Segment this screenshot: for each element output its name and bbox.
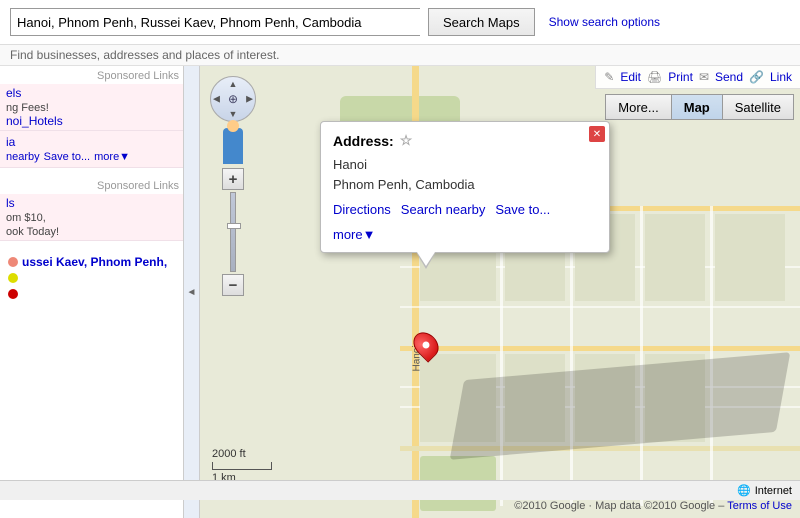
more-button[interactable]: More... <box>605 94 671 120</box>
ad1-hotel-link[interactable]: noi_Hotels <box>6 114 63 128</box>
block5 <box>715 214 785 301</box>
pan-control[interactable]: ▲ ▼ ◀ ▶ ⊕ <box>210 76 256 122</box>
subheader: Find businesses, addresses and places of… <box>0 45 800 66</box>
address-line2: Phnom Penh, Cambodia <box>333 175 597 195</box>
zoom-thumb[interactable] <box>227 223 241 229</box>
pin-dot <box>421 340 431 350</box>
print-link[interactable]: Print <box>668 70 693 84</box>
ad2-title-link[interactable]: ia <box>6 135 15 149</box>
map-pin[interactable] <box>415 331 437 359</box>
main-layout: ◄ Sponsored Links els ng Fees! noi_Hotel… <box>0 66 800 518</box>
result-title-link[interactable]: ussei Kaev, Phnom Penh, <box>22 255 167 269</box>
ad2-more-link[interactable]: more▼ <box>94 151 130 163</box>
ad1-line1: ng Fees! <box>6 102 49 114</box>
save-to-link[interactable]: Save to... <box>495 202 550 217</box>
satellite-view-button[interactable]: Satellite <box>722 94 794 120</box>
pan-up-arrow[interactable]: ▲ <box>229 79 238 89</box>
edit-icon: ✎ <box>604 70 614 84</box>
ad3-title-link[interactable]: ls <box>6 196 15 210</box>
popup-actions: Directions Search nearby Save to... more… <box>333 202 597 242</box>
map-container[interactable]: Hanoi Grand Phnom PenhInternational City… <box>200 66 800 518</box>
sidebar-collapse-btn[interactable]: ◄ <box>183 66 199 518</box>
map-footer: ©2010 Google · Map data ©2010 Google – T… <box>514 500 792 512</box>
pan-right-arrow[interactable]: ▶ <box>246 94 253 105</box>
ad2-nearby-link[interactable]: nearby <box>6 151 40 163</box>
ie-status-bar: 🌐 Internet <box>0 480 800 500</box>
address-line1: Hanoi <box>333 155 597 175</box>
send-icon: ✉ <box>699 70 709 84</box>
star-icon[interactable]: ☆ <box>400 132 413 149</box>
link-icon: 🔗 <box>749 70 764 84</box>
sidebar-ad-3: ls om $10, ook Today! <box>0 194 199 241</box>
map-toolbar: ✎ Edit 🖨 Print ✉ Send 🔗 Link <box>595 66 800 89</box>
more-link[interactable]: more▼ <box>333 227 376 242</box>
header: Search Maps Show search options <box>0 0 800 45</box>
popup-tail-inner <box>417 252 435 266</box>
zoom-control: + − <box>210 168 256 296</box>
sponsored-label-2: Sponsored Links <box>0 176 199 194</box>
popup-address: Hanoi Phnom Penh, Cambodia <box>333 155 597 194</box>
sponsored-label-1: Sponsored Links <box>0 66 199 84</box>
nav-controls: ▲ ▼ ◀ ▶ ⊕ + − <box>210 76 256 296</box>
print-icon: 🖨 <box>647 70 662 84</box>
send-link[interactable]: Send <box>715 70 743 84</box>
link-link[interactable]: Link <box>770 70 792 84</box>
map-view-buttons: More... Map Satellite <box>606 94 794 120</box>
edit-link[interactable]: Edit <box>620 70 641 84</box>
map-view-button[interactable]: Map <box>671 94 723 120</box>
terms-of-use-link[interactable]: Terms of Use <box>727 500 792 512</box>
pan-center: ⊕ <box>228 92 238 106</box>
dot-pink <box>8 257 18 267</box>
block4 <box>645 214 705 301</box>
road-h2 <box>400 346 800 351</box>
popup-title: Address: ☆ <box>333 132 597 149</box>
zoom-in-button[interactable]: + <box>222 168 244 190</box>
dot-yellow <box>8 273 18 283</box>
pan-left-arrow[interactable]: ◀ <box>213 94 220 105</box>
road-v5 <box>710 206 713 506</box>
scale-ft-label: 2000 ft <box>212 448 272 460</box>
sidebar-ad-1: els ng Fees! noi_Hotels <box>0 84 199 131</box>
footer-text: ©2010 Google · Map data ©2010 Google – <box>514 500 724 512</box>
show-search-options-link[interactable]: Show search options <box>549 15 660 29</box>
globe-icon: 🌐 <box>737 484 751 497</box>
address-label: Address: <box>333 133 394 149</box>
road-v4 <box>640 206 643 506</box>
pegman[interactable] <box>223 128 243 164</box>
pegman-head <box>227 120 239 132</box>
info-popup: ✕ Address: ☆ Hanoi Phnom Penh, Cambodia … <box>320 121 610 253</box>
directions-link[interactable]: Directions <box>333 202 391 217</box>
search-nearby-link[interactable]: Search nearby <box>401 202 486 217</box>
scale-ft-line <box>212 462 272 470</box>
sidebar-ad-2: ia nearby Save to... more▼ <box>0 131 199 168</box>
ad3-line2: ook Today! <box>6 226 59 238</box>
search-input[interactable] <box>10 8 420 36</box>
search-button[interactable]: Search Maps <box>428 8 535 36</box>
sidebar: ◄ Sponsored Links els ng Fees! noi_Hotel… <box>0 66 200 518</box>
ad2-save-link[interactable]: Save to... <box>44 151 90 163</box>
internet-label: Internet <box>755 485 792 497</box>
dot-red <box>8 289 18 299</box>
zoom-track[interactable] <box>230 192 236 272</box>
ad1-title-link[interactable]: els <box>6 86 21 100</box>
road-h-minor2 <box>400 306 800 308</box>
subheader-text: Find businesses, addresses and places of… <box>10 48 279 62</box>
ad3-line1: om $10, <box>6 212 46 224</box>
pan-down-arrow[interactable]: ▼ <box>229 109 238 119</box>
zoom-out-button[interactable]: − <box>222 274 244 296</box>
popup-close-button[interactable]: ✕ <box>589 126 605 142</box>
